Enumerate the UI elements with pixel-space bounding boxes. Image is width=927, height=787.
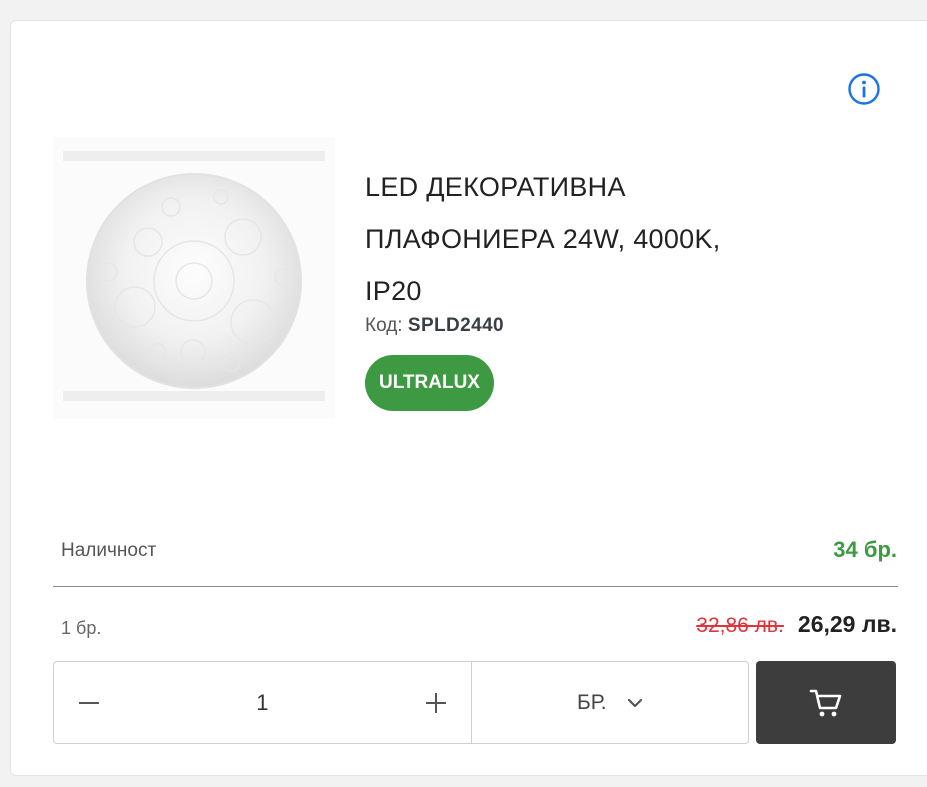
product-card: LED ДЕКОРАТИВНА ПЛАФОНИЕРА 24W, 4000K, I… (10, 20, 927, 776)
divider (53, 586, 898, 587)
info-icon (848, 73, 880, 105)
minus-icon (78, 701, 99, 704)
chevron-down-icon (627, 698, 642, 707)
product-title-line: LED ДЕКОРАТИВНА (365, 172, 626, 202)
quantity-input[interactable] (123, 662, 401, 743)
product-title[interactable]: LED ДЕКОРАТИВНА ПЛАФОНИЕРА 24W, 4000K, I… (365, 161, 845, 317)
price-row: 32,86 лв. 26,29 лв. (696, 611, 897, 638)
price-unit-label: 1 бр. (61, 618, 102, 638)
info-button[interactable] (846, 71, 882, 107)
plus-icon (425, 692, 446, 713)
brand-badge[interactable]: ULTRALUX (365, 355, 494, 411)
product-image[interactable] (53, 137, 335, 419)
stock-label: Наличност (61, 540, 157, 561)
new-price: 26,29 лв. (797, 611, 897, 637)
product-code: Код: SPLD2440 (365, 315, 504, 337)
decrease-quantity-button[interactable] (54, 662, 124, 743)
unit-select-value: БР. (576, 690, 607, 714)
cart-icon (809, 689, 842, 716)
add-to-cart-button[interactable] (756, 661, 896, 744)
product-code-value: SPLD2440 (407, 315, 505, 336)
quantity-stepper: БР. (53, 661, 749, 744)
round-ceiling-lamp-image (53, 137, 335, 419)
old-price: 32,86 лв. (696, 614, 784, 637)
product-title-line: ПЛАФОНИЕРА 24W, 4000K, (365, 224, 721, 254)
stock-value: 34 бр. (833, 537, 897, 562)
product-title-line: IP20 (365, 276, 422, 306)
increase-quantity-button[interactable] (401, 662, 471, 743)
product-code-label: Код: (365, 315, 403, 336)
unit-select[interactable]: БР. (470, 662, 748, 743)
